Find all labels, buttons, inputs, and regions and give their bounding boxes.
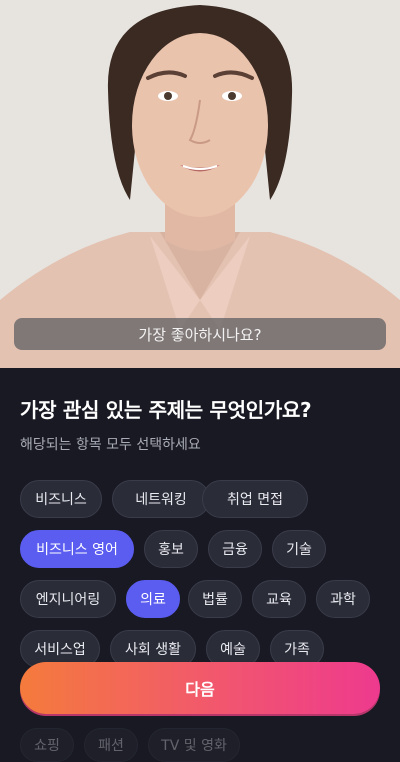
topic-chip[interactable]: 법률 [188, 580, 242, 618]
topic-chip[interactable]: 금융 [208, 530, 262, 568]
topic-chip[interactable]: 기술 [272, 530, 326, 568]
topic-chip[interactable]: 교육 [252, 580, 306, 618]
speaker-video-frame [0, 0, 400, 368]
topic-chip[interactable]: 쇼핑 [20, 728, 74, 762]
topic-chip-row-faded: 쇼핑 패션 TV 및 영화 [20, 728, 380, 762]
question-title: 가장 관심 있는 주제는 무엇인가요? [20, 398, 312, 422]
topic-chip-selected[interactable]: 의료 [126, 580, 180, 618]
next-button[interactable]: 다음 [20, 662, 380, 714]
topic-chip[interactable]: 취업 면접 [202, 480, 308, 518]
question-subtitle: 해당되는 항목 모두 선택하세요 [20, 437, 201, 453]
topic-chip[interactable]: 엔지니어링 [20, 580, 116, 618]
video-area: 가장 좋아하시나요? [0, 0, 400, 368]
topic-chip[interactable]: 패션 [84, 728, 138, 762]
topic-chip[interactable]: 홍보 [144, 530, 198, 568]
topic-chip[interactable]: 비즈니스 [20, 480, 102, 518]
topic-chip[interactable]: TV 및 영화 [148, 728, 240, 762]
topic-chip[interactable]: 네트워킹 [112, 480, 210, 518]
topic-chip[interactable]: 과학 [316, 580, 370, 618]
topic-chip-selected[interactable]: 비즈니스 영어 [20, 530, 134, 568]
video-caption: 가장 좋아하시나요? [14, 318, 386, 350]
